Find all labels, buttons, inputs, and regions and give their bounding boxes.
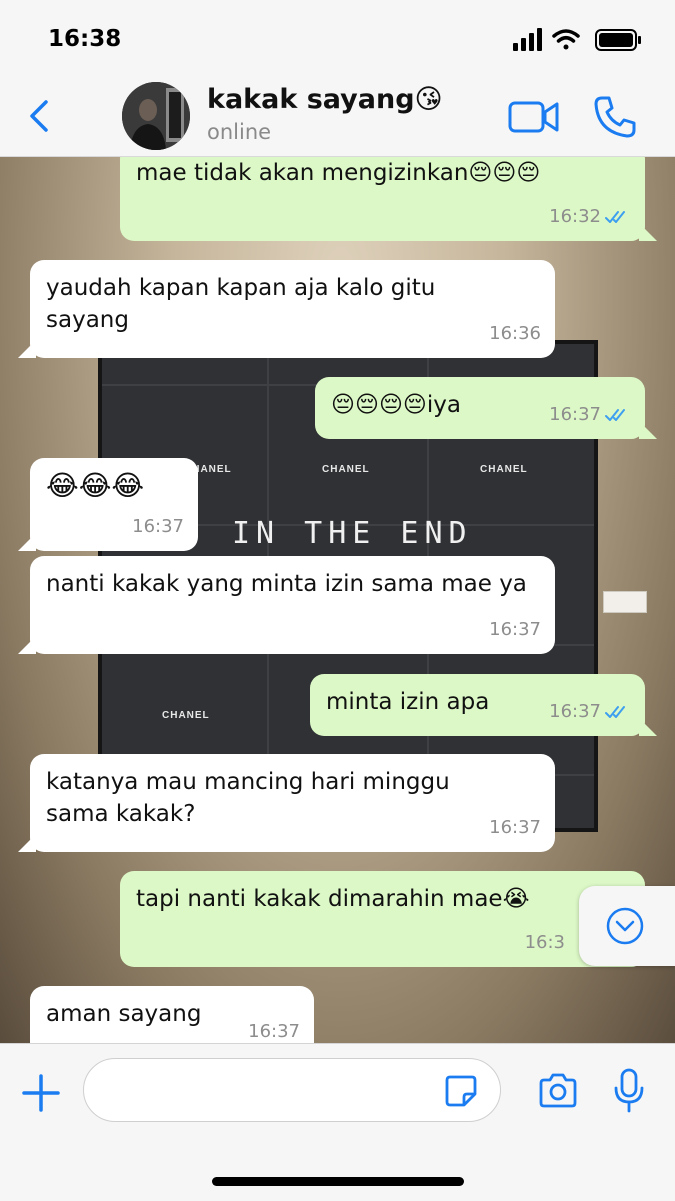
message-outgoing[interactable]: 😔😔😔😔iya 16:37 bbox=[315, 377, 657, 439]
voice-call-button[interactable] bbox=[592, 94, 638, 140]
back-button[interactable] bbox=[22, 96, 58, 136]
message-input-bar bbox=[0, 1043, 675, 1201]
message-meta: 16:37 bbox=[489, 614, 541, 646]
message-meta: 16:37 bbox=[549, 399, 631, 431]
message-text: 😂😂😂 bbox=[46, 469, 145, 502]
plus-icon bbox=[22, 1074, 60, 1112]
message-time: 16:36 bbox=[489, 323, 541, 344]
battery-icon bbox=[595, 29, 641, 51]
contact-status: online bbox=[207, 120, 272, 144]
wallpaper-brand-label: CHANEL bbox=[322, 464, 370, 475]
message-meta: 16:37 bbox=[248, 1016, 300, 1043]
camera-icon bbox=[539, 1073, 577, 1108]
message-meta: 16:36 bbox=[489, 318, 541, 350]
message-text: 😔😔😔😔iya bbox=[331, 392, 462, 418]
wallpaper-brand-label: CHANEL bbox=[480, 464, 528, 475]
message-meta: 16:32 bbox=[549, 201, 631, 233]
double-check-icon bbox=[605, 211, 625, 223]
contact-photo bbox=[122, 82, 190, 150]
message-meta: 16:37 bbox=[132, 511, 184, 543]
message-time: 16:37 bbox=[489, 619, 541, 640]
status-icons bbox=[513, 26, 643, 54]
message-incoming[interactable]: aman sayang 16:37 bbox=[18, 986, 314, 1043]
message-outgoing[interactable]: minta izin apa 16:37 bbox=[310, 674, 657, 736]
double-check-icon bbox=[605, 409, 625, 421]
chat-area[interactable]: CHANEL CHANEL CHANEL CHANEL IN THE END m… bbox=[0, 157, 675, 1043]
chat-header: kakak sayang😘 online bbox=[0, 78, 675, 157]
message-time: 16:37 bbox=[248, 1021, 300, 1042]
message-incoming[interactable]: katanya mau mancing hari minggu sama kak… bbox=[18, 754, 555, 852]
scroll-to-bottom-button[interactable] bbox=[579, 886, 675, 966]
message-text: tapi nanti kakak dimarahin mae😭 bbox=[136, 886, 530, 912]
microphone-icon bbox=[614, 1068, 644, 1113]
message-text: mae tidak akan mengizinkan😔😔😔 bbox=[136, 160, 541, 186]
message-time: 16:3 bbox=[524, 932, 565, 953]
wallpaper-brand-label: CHANEL bbox=[162, 710, 210, 721]
message-text: yaudah kapan kapan aja kalo gitu sayang bbox=[46, 275, 436, 333]
attach-button[interactable] bbox=[20, 1072, 62, 1114]
message-incoming[interactable]: nanti kakak yang minta izin sama mae ya … bbox=[18, 556, 555, 654]
message-time: 16:37 bbox=[549, 701, 601, 722]
message-text: katanya mau mancing hari minggu sama kak… bbox=[46, 769, 450, 827]
status-time: 16:38 bbox=[48, 26, 122, 52]
message-time: 16:37 bbox=[132, 516, 184, 537]
chevron-left-icon bbox=[30, 100, 48, 132]
message-outgoing[interactable]: mae tidak akan mengizinkan😔😔😔 16:32 bbox=[120, 157, 657, 241]
status-bar: 16:38 bbox=[0, 0, 675, 78]
home-indicator[interactable] bbox=[212, 1177, 464, 1186]
message-text: aman sayang bbox=[46, 1001, 202, 1027]
message-input[interactable] bbox=[83, 1058, 501, 1122]
phone-icon bbox=[594, 96, 636, 138]
message-meta: 16:37 bbox=[549, 696, 631, 728]
message-outgoing[interactable]: tapi nanti kakak dimarahin mae😭 16:3 bbox=[120, 871, 645, 967]
message-time: 16:37 bbox=[489, 817, 541, 838]
cellular-signal-icon bbox=[513, 28, 542, 51]
message-incoming[interactable]: yaudah kapan kapan aja kalo gitu sayang … bbox=[18, 260, 555, 358]
wallpaper-plaque bbox=[603, 591, 647, 613]
sticker-icon bbox=[445, 1075, 477, 1107]
message-text: nanti kakak yang minta izin sama mae ya bbox=[46, 571, 527, 597]
message-incoming[interactable]: 😂😂😂 16:37 bbox=[18, 458, 198, 551]
video-camera-icon bbox=[508, 101, 559, 133]
video-call-button[interactable] bbox=[507, 98, 561, 136]
message-meta: 16:37 bbox=[489, 812, 541, 844]
microphone-button[interactable] bbox=[612, 1068, 646, 1114]
sticker-button[interactable] bbox=[444, 1074, 478, 1108]
wallpaper-scrawl: IN THE END bbox=[232, 516, 473, 551]
chevron-down-circle-icon bbox=[606, 907, 644, 945]
message-time: 16:37 bbox=[549, 404, 601, 425]
double-check-icon bbox=[605, 706, 625, 718]
message-time: 16:32 bbox=[549, 206, 601, 227]
contact-name[interactable]: kakak sayang😘 bbox=[207, 84, 443, 115]
message-text: minta izin apa bbox=[326, 689, 490, 715]
wifi-icon bbox=[552, 29, 580, 50]
camera-button[interactable] bbox=[537, 1073, 579, 1109]
avatar[interactable] bbox=[122, 82, 190, 150]
message-meta: 16:3 bbox=[525, 927, 565, 959]
